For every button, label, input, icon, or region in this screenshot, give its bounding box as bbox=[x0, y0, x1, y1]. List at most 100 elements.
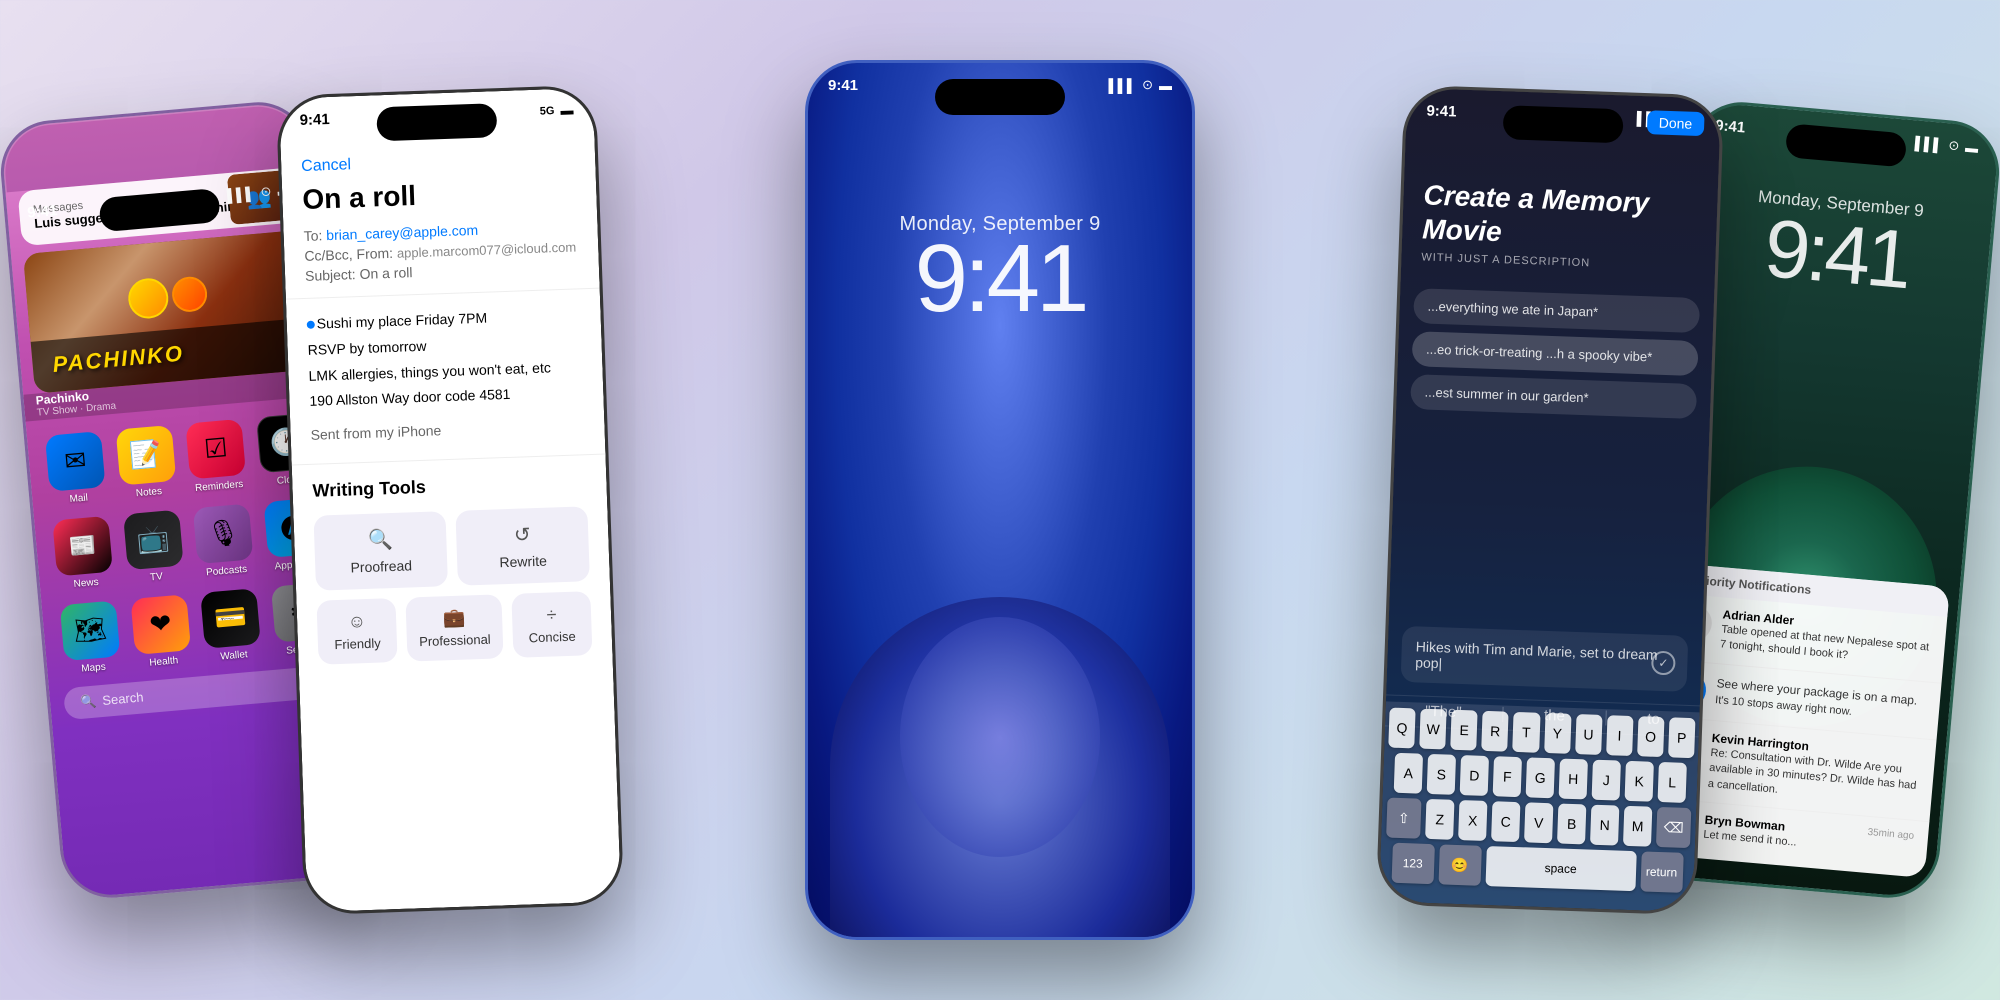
keyboard-row-3: ⇧ Z X C V B N M ⌫ bbox=[1385, 797, 1692, 848]
phone-2-screen: 9:41 5G ▬ Cancel On a roll To: brian_car… bbox=[279, 88, 621, 912]
key-w[interactable]: W bbox=[1419, 709, 1446, 750]
phone-1-signal-icon: ▌▌▌ bbox=[226, 185, 255, 202]
search-icon: 🔍 bbox=[80, 693, 98, 710]
email-body[interactable]: Sushi my place Friday 7PM RSVP by tomorr… bbox=[286, 289, 606, 465]
tool-friendly-label: Friendly bbox=[334, 635, 381, 652]
writing-tools-title: Writing Tools bbox=[312, 471, 587, 502]
key-i[interactable]: I bbox=[1606, 715, 1633, 756]
friendly-icon: ☺ bbox=[347, 611, 366, 633]
key-delete[interactable]: ⌫ bbox=[1656, 807, 1691, 848]
key-a[interactable]: A bbox=[1394, 753, 1423, 794]
tool-rewrite-btn[interactable]: ↺ Rewrite bbox=[455, 506, 590, 586]
key-c[interactable]: C bbox=[1491, 801, 1520, 842]
memory-subtitle: WITH JUST A DESCRIPTION bbox=[1421, 252, 1695, 274]
key-n[interactable]: N bbox=[1590, 805, 1619, 846]
lockscreen-content: Monday, September 9 9:41 bbox=[808, 133, 1192, 327]
writing-tools-row2: ☺ Friendly 💼 Professional ÷ Concise bbox=[316, 591, 592, 665]
key-x[interactable]: X bbox=[1458, 800, 1487, 841]
key-s[interactable]: S bbox=[1427, 754, 1456, 795]
lock-orb-middle bbox=[900, 617, 1100, 857]
notif-content-1: Adrian Alder Table opened at that new Ne… bbox=[1719, 607, 1932, 671]
key-q[interactable]: Q bbox=[1388, 708, 1415, 749]
key-o[interactable]: O bbox=[1637, 716, 1664, 757]
tool-rewrite-label: Rewrite bbox=[499, 553, 547, 571]
key-y[interactable]: Y bbox=[1544, 713, 1571, 754]
email-subject-display: On a roll bbox=[302, 174, 577, 216]
app-reminders[interactable]: ☑ Reminders bbox=[185, 419, 247, 495]
phone-5-status-icons: ▌▌▌ ⊙ ▬ bbox=[1914, 134, 1979, 155]
tool-concise-btn[interactable]: ÷ Concise bbox=[511, 591, 592, 658]
key-u[interactable]: U bbox=[1575, 714, 1602, 755]
phone-2-status-icons: 5G ▬ bbox=[540, 102, 574, 118]
email-cancel-btn[interactable]: Cancel bbox=[301, 148, 575, 176]
key-j[interactable]: J bbox=[1592, 760, 1621, 801]
phone-2-time: 9:41 bbox=[299, 111, 330, 129]
key-b[interactable]: B bbox=[1557, 803, 1586, 844]
rewrite-icon: ↺ bbox=[513, 522, 531, 548]
phone-4-screen: 9:41 ▌▌▌ ⊙ ▬ Done Create a Memory Movie … bbox=[1379, 88, 1721, 912]
email-to-value[interactable]: brian_carey@apple.com bbox=[326, 222, 478, 243]
phone-4: 9:41 ▌▌▌ ⊙ ▬ Done Create a Memory Movie … bbox=[1376, 85, 1724, 916]
phone-4-time: 9:41 bbox=[1426, 102, 1457, 120]
memory-chat-bubbles: ...everything we ate in Japan* ...eo tri… bbox=[1410, 288, 1700, 427]
tool-concise-label: Concise bbox=[529, 629, 576, 646]
tool-professional-btn[interactable]: 💼 Professional bbox=[406, 594, 504, 661]
concise-icon: ÷ bbox=[546, 604, 557, 625]
phone-3-signal-icon: ▌▌▌ bbox=[1108, 78, 1136, 93]
app-notes[interactable]: 📝 Notes bbox=[115, 425, 177, 501]
key-g[interactable]: G bbox=[1526, 757, 1555, 798]
app-wallet[interactable]: 💳 Wallet bbox=[200, 588, 262, 664]
priority-label: Priority Notifications bbox=[1693, 573, 1812, 597]
key-f[interactable]: F bbox=[1493, 756, 1522, 797]
key-h[interactable]: H bbox=[1559, 759, 1588, 800]
key-k[interactable]: K bbox=[1625, 761, 1654, 802]
app-health-label: Health bbox=[149, 655, 179, 668]
key-r[interactable]: R bbox=[1482, 711, 1509, 752]
phone-2-status-bar: 9:41 5G ▬ bbox=[279, 88, 595, 153]
phone-3-status-icons: ▌▌▌ ⊙ ▬ bbox=[1108, 77, 1172, 93]
tool-friendly-btn[interactable]: ☺ Friendly bbox=[316, 598, 397, 665]
key-p[interactable]: P bbox=[1668, 717, 1695, 758]
app-podcasts[interactable]: 🎙 Podcasts bbox=[193, 503, 255, 579]
app-tv[interactable]: 📺 TV bbox=[123, 509, 185, 585]
app-maps[interactable]: 🗺 Maps bbox=[60, 600, 122, 676]
professional-icon: 💼 bbox=[443, 608, 466, 630]
tool-proofread-btn[interactable]: 🔍 Proofread bbox=[313, 511, 448, 591]
phone-3-wifi-icon: ⊙ bbox=[1142, 77, 1153, 93]
app-mail[interactable]: ✉ Mail bbox=[45, 431, 107, 507]
key-m[interactable]: M bbox=[1623, 806, 1652, 847]
key-l[interactable]: L bbox=[1658, 762, 1687, 803]
phone-2-5g: 5G bbox=[540, 105, 555, 118]
phone-2-battery-icon: ▬ bbox=[560, 102, 574, 117]
notes-field[interactable]: Hikes with Tim and Marie, set to dream p… bbox=[1401, 626, 1689, 692]
done-button[interactable]: Done bbox=[1646, 110, 1704, 136]
notes-field-text: Hikes with Tim and Marie, set to dream p… bbox=[1415, 638, 1674, 679]
key-v[interactable]: V bbox=[1524, 802, 1553, 843]
pachinko-banner[interactable]: PACHINKO bbox=[23, 230, 314, 394]
phones-container: 9:41 ▌▌▌ ⊙ ▬ Messages Luis suggested wat… bbox=[0, 0, 2000, 1000]
notif-content-4: Bryn Bowman Let me send it no... bbox=[1703, 813, 1858, 857]
app-news[interactable]: 📰 News bbox=[52, 516, 114, 592]
key-123[interactable]: 123 bbox=[1391, 843, 1434, 884]
email-to-label: To: bbox=[303, 227, 322, 244]
memory-movie-content: Create a Memory Movie WITH JUST A DESCRI… bbox=[1400, 158, 1718, 294]
key-z[interactable]: Z bbox=[1425, 799, 1454, 840]
keyboard-row-2: A S D F G H J K L bbox=[1387, 753, 1694, 804]
key-t[interactable]: T bbox=[1513, 712, 1540, 753]
app-maps-label: Maps bbox=[81, 661, 106, 674]
phone-3-status-bar: 9:41 ▌▌▌ ⊙ ▬ bbox=[808, 63, 1192, 117]
key-d[interactable]: D bbox=[1460, 755, 1489, 796]
notif-content-3: Kevin Harrington Re: Consultation with D… bbox=[1707, 731, 1922, 810]
memory-bubble-1: ...everything we ate in Japan* bbox=[1413, 288, 1700, 333]
key-shift[interactable]: ⇧ bbox=[1386, 798, 1421, 839]
proofread-icon: 🔍 bbox=[367, 527, 393, 553]
key-e[interactable]: E bbox=[1450, 710, 1477, 751]
key-emoji[interactable]: 😊 bbox=[1438, 844, 1481, 885]
search-label: Search bbox=[102, 690, 144, 709]
key-return[interactable]: return bbox=[1640, 851, 1683, 892]
phone-5-status-bar: 9:41 ▌▌▌ ⊙ ▬ bbox=[1693, 101, 2000, 181]
key-space[interactable]: space bbox=[1485, 846, 1636, 891]
app-health[interactable]: ❤ Health bbox=[130, 594, 192, 670]
phone-3-time: 9:41 bbox=[828, 77, 858, 94]
keyboard: Q W E R T Y U I O P A S D bbox=[1379, 701, 1700, 912]
